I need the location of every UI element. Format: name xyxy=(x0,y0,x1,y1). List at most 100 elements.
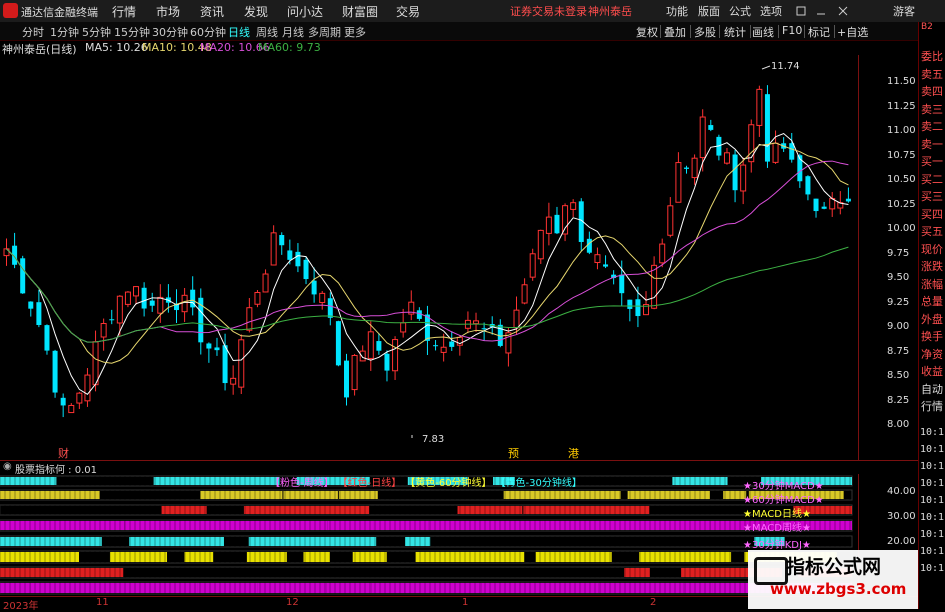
price-tick: 8.75 xyxy=(887,345,910,357)
candle xyxy=(116,295,123,324)
mark-button[interactable]: 标记 xyxy=(808,24,830,40)
candle xyxy=(756,88,763,126)
guest-label[interactable]: 游客 xyxy=(893,3,915,19)
side-item[interactable]: 换手 xyxy=(921,328,945,345)
tab-period-15m[interactable]: 15分钟 xyxy=(114,24,150,40)
menu-market[interactable]: 市场 xyxy=(156,3,180,20)
row-label-60m-macd: ★60分钟MACD★ xyxy=(743,495,824,506)
side-item[interactable]: 卖三 xyxy=(921,101,945,118)
tab-period-more[interactable]: 更多 xyxy=(344,24,366,40)
marker-finance[interactable]: 财 xyxy=(58,445,69,461)
candle xyxy=(400,322,407,333)
price-tick: 9.50 xyxy=(887,272,910,283)
menu-layout[interactable]: 版面 xyxy=(698,3,720,19)
side-item[interactable]: 涨跌 xyxy=(921,258,945,275)
tab-period-minute[interactable]: 分时 xyxy=(22,24,44,40)
menu-quotes[interactable]: 行情 xyxy=(112,3,136,20)
legend-60min: 【黄色-60分钟线】 xyxy=(405,478,492,489)
legend-weekly: 【粉色-周线】 xyxy=(270,478,334,489)
login-notice[interactable]: 证券交易未登录 xyxy=(510,3,587,19)
candle xyxy=(570,202,577,210)
menu-wealth[interactable]: 财富圈 xyxy=(342,3,378,20)
side-item[interactable]: 现价 xyxy=(921,241,945,258)
candle xyxy=(367,331,374,359)
overlay-button[interactable]: 叠加 xyxy=(664,24,686,40)
marker-hk[interactable]: 港 xyxy=(568,445,579,461)
add-watchlist-button[interactable]: +自选 xyxy=(837,24,868,40)
f10-button[interactable]: F10 xyxy=(782,24,802,37)
menu-formula[interactable]: 公式 xyxy=(729,3,751,19)
side-item[interactable]: 外盘 xyxy=(921,311,945,328)
candle xyxy=(603,264,609,267)
candle xyxy=(433,345,439,347)
signal-bar xyxy=(109,552,168,562)
tab-period-5m[interactable]: 5分钟 xyxy=(82,24,111,40)
marker-forecast[interactable]: 预 xyxy=(508,445,519,461)
side-item[interactable]: 卖一 xyxy=(921,136,945,153)
tab-period-month[interactable]: 月线 xyxy=(282,24,304,40)
side-item[interactable]: 净资 xyxy=(921,346,945,363)
menu-ask[interactable]: 问小达 xyxy=(287,3,323,20)
candle xyxy=(157,296,164,314)
side-item[interactable]: 涨幅 xyxy=(921,276,945,293)
indicator-dropdown-icon[interactable]: ◉ xyxy=(3,461,12,472)
tab-period-30m[interactable]: 30分钟 xyxy=(152,24,188,40)
tab-period-1m[interactable]: 1分钟 xyxy=(50,24,79,40)
candle xyxy=(684,167,689,169)
draw-line-button[interactable]: 画线 xyxy=(752,24,774,40)
tab-period-60m[interactable]: 60分钟 xyxy=(190,24,226,40)
signal-bar xyxy=(153,477,280,485)
restore-rights-button[interactable]: 复权 xyxy=(636,24,658,40)
price-tick: 8.50 xyxy=(887,370,910,381)
tick-time: 10:11 xyxy=(920,478,945,489)
site-watermark: 指标公式网 www.zbgs3.com xyxy=(748,550,918,609)
multi-stock-button[interactable]: 多股 xyxy=(694,24,716,40)
candle xyxy=(76,392,83,404)
side-item[interactable]: 买五 xyxy=(921,223,945,240)
signal-bar xyxy=(0,477,57,485)
candle xyxy=(554,214,560,234)
row-label-day-macd: ★MACD日线★ xyxy=(743,509,811,520)
watermark-url: www.zbgs3.com xyxy=(770,580,907,598)
menu-function[interactable]: 功能 xyxy=(666,3,688,19)
menu-trade[interactable]: 交易 xyxy=(396,3,420,20)
ma5-value: MA5: 10.26 xyxy=(85,41,148,54)
candle xyxy=(246,307,253,331)
candle xyxy=(238,339,245,388)
candlestick-chart[interactable] xyxy=(0,55,858,460)
side-item[interactable]: 收益 xyxy=(921,363,945,380)
menu-options[interactable]: 选项 xyxy=(760,3,782,19)
price-tick: 10.25 xyxy=(887,198,916,210)
side-item[interactable]: 卖五 xyxy=(921,66,945,83)
side-item[interactable]: 买四 xyxy=(921,206,945,223)
side-item[interactable]: 买二 xyxy=(921,171,945,188)
side-item[interactable]: 总量 xyxy=(921,293,945,310)
signal-bar xyxy=(248,537,377,546)
tick-time: 10:11 xyxy=(920,529,945,540)
tick-time: 10:11 xyxy=(920,563,945,574)
side-item[interactable]: 行情 xyxy=(921,398,945,415)
window-controls[interactable] xyxy=(795,4,885,18)
tab-period-week[interactable]: 周线 xyxy=(256,24,278,40)
candle xyxy=(222,345,228,384)
tab-period-multi[interactable]: 多周期 xyxy=(308,24,341,40)
signal-bar xyxy=(598,583,684,593)
high-price-label: 11.74 xyxy=(771,61,800,72)
watermark-title: 指标公式网 xyxy=(786,556,882,578)
row-label-week-macd: ★MACD周线★ xyxy=(743,523,811,534)
side-item[interactable]: 委比 xyxy=(921,48,945,65)
candle xyxy=(449,341,455,347)
side-item[interactable]: 自动 xyxy=(921,381,945,398)
candle xyxy=(28,301,34,309)
menu-news[interactable]: 资讯 xyxy=(200,3,224,20)
stats-button[interactable]: 统计 xyxy=(724,24,746,40)
side-item[interactable]: 买一 xyxy=(921,153,945,170)
side-item[interactable]: 买三 xyxy=(921,188,945,205)
candle xyxy=(206,343,212,349)
side-item[interactable]: 卖二 xyxy=(921,118,945,135)
signal-bar xyxy=(683,583,713,593)
tab-period-day[interactable]: 日线 xyxy=(228,24,250,40)
candle xyxy=(60,397,66,406)
side-item[interactable]: 卖四 xyxy=(921,83,945,100)
menu-discover[interactable]: 发现 xyxy=(244,3,268,20)
